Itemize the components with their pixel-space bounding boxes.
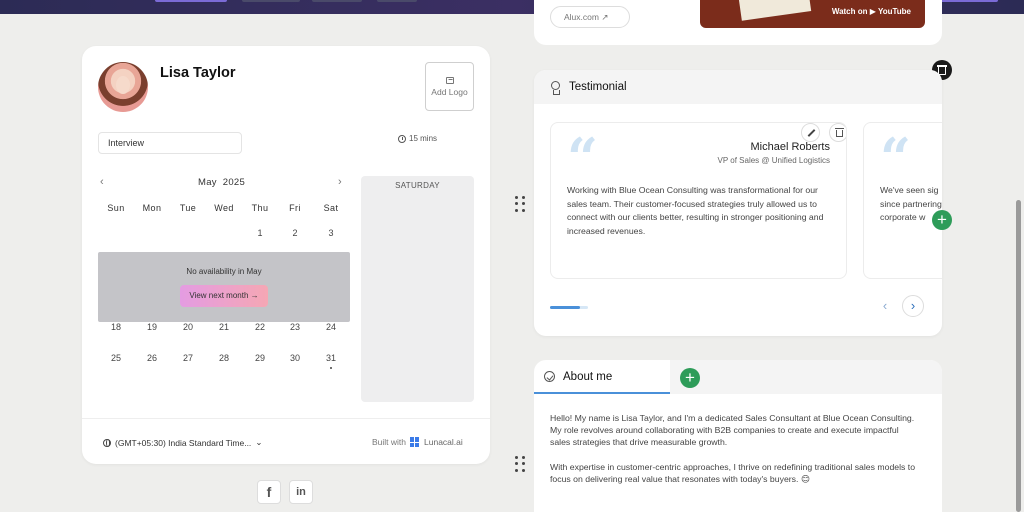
weekday-label: Tue bbox=[179, 203, 197, 213]
calendar-day: 18 bbox=[110, 322, 121, 332]
calendar-day: 26 bbox=[146, 353, 157, 363]
chevron-down-icon: ⌄ bbox=[255, 437, 263, 447]
testimonial-header: Testimonial bbox=[534, 70, 942, 104]
about-paragraph: Hello! My name is Lisa Taylor, and I'm a… bbox=[550, 413, 915, 448]
image-icon bbox=[445, 76, 454, 84]
testimonial-card: “ Michael Roberts VP of Sales @ Unified … bbox=[550, 122, 847, 279]
video-thumbnail-art bbox=[738, 0, 812, 21]
drag-handle-icon[interactable] bbox=[515, 456, 525, 472]
lunacal-brand: Lunacal.ai bbox=[424, 437, 463, 447]
plus-icon[interactable]: + bbox=[932, 210, 952, 230]
testimonial-name: Michael Roberts bbox=[750, 141, 830, 153]
scrollbar[interactable] bbox=[1016, 200, 1021, 512]
host-name: Lisa Taylor bbox=[160, 65, 236, 81]
day-slots-column: SATURDAY bbox=[361, 176, 474, 402]
calendar-year: 2025 bbox=[222, 177, 246, 188]
calendar-day: 23 bbox=[289, 322, 300, 332]
top-bar-tab[interactable] bbox=[242, 0, 300, 2]
delete-button[interactable] bbox=[829, 123, 846, 142]
calendar-day: 24 bbox=[325, 322, 336, 332]
calendar-day-today[interactable]: 31 bbox=[316, 353, 346, 369]
timezone-select[interactable]: (GMT+05:30) India Standard Time... ⌄ bbox=[103, 437, 262, 448]
timezone-label: (GMT+05:30) India Standard Time... bbox=[115, 437, 252, 448]
view-next-month-button[interactable]: View next month → bbox=[180, 285, 268, 307]
calendar-day: 25 bbox=[110, 353, 121, 363]
calendar-day: 27 bbox=[182, 353, 193, 363]
calendar-day: 1 bbox=[257, 228, 263, 238]
clock-icon bbox=[398, 134, 406, 143]
edit-icon bbox=[807, 129, 816, 137]
weekday-label: Wed bbox=[214, 203, 234, 213]
edit-button[interactable] bbox=[801, 123, 820, 142]
duration: 15 mins bbox=[398, 134, 437, 143]
linkedin-icon[interactable]: in bbox=[289, 480, 313, 504]
calendar-day: 20 bbox=[182, 322, 193, 332]
calendar-month-name: May bbox=[198, 177, 217, 188]
about-text: Hello! My name is Lisa Taylor, and I'm a… bbox=[550, 412, 920, 497]
avatar bbox=[98, 62, 148, 112]
no-availability-overlay: No availability in May View next month → bbox=[98, 252, 350, 322]
calendar-month: May 2025 bbox=[198, 177, 245, 188]
about-tab-label: About me bbox=[563, 371, 613, 383]
calendar-day: 2 bbox=[292, 228, 298, 238]
about-section: About me + Hello! My name is Lisa Taylor… bbox=[534, 360, 942, 512]
drag-handle-icon[interactable] bbox=[515, 196, 525, 212]
testimonial-title: Testimonial bbox=[569, 81, 627, 93]
about-paragraph: With expertise in customer-centric appro… bbox=[550, 461, 916, 484]
calendar-day: 29 bbox=[254, 353, 265, 363]
plus-icon[interactable]: + bbox=[680, 368, 700, 388]
weekday-label: Thu bbox=[251, 203, 269, 213]
watch-on-youtube[interactable]: Watch on ▶ YouTube bbox=[832, 7, 911, 16]
weekday-label: Sat bbox=[323, 203, 339, 213]
tab-about-me[interactable]: About me bbox=[534, 360, 670, 394]
add-logo-button[interactable]: Add Logo bbox=[425, 62, 474, 111]
about-tab-bar: About me + bbox=[534, 360, 942, 394]
day-slots-heading: SATURDAY bbox=[395, 181, 440, 190]
video-embed[interactable]: Watch on ▶ YouTube bbox=[700, 0, 925, 28]
award-icon bbox=[551, 81, 560, 95]
globe-icon bbox=[103, 438, 111, 447]
duration-label: 15 mins bbox=[409, 134, 438, 143]
built-with-label: Built with bbox=[372, 437, 407, 447]
calendar-day: 21 bbox=[218, 322, 229, 332]
facebook-icon[interactable]: f bbox=[257, 480, 281, 504]
built-with[interactable]: Built with Lunacal.ai bbox=[372, 437, 463, 447]
calendar-day: 30 bbox=[289, 353, 300, 363]
meeting-type-field[interactable]: Interview bbox=[98, 132, 242, 154]
check-circle-icon bbox=[544, 371, 555, 382]
testimonial-section: Testimonial “ Michael Roberts VP of Sale… bbox=[534, 70, 942, 336]
testimonial-card: “ We've seen sig since partnering corpor… bbox=[863, 122, 942, 279]
carousel-progress-fill bbox=[550, 306, 581, 309]
weekday-label: Fri bbox=[289, 203, 301, 213]
carousel-prev-button[interactable]: ‹ bbox=[874, 295, 896, 317]
trash-icon bbox=[835, 128, 844, 137]
no-availability-message: No availability in May bbox=[186, 267, 262, 276]
calendar-day: 19 bbox=[146, 322, 157, 332]
weekday-label: Sun bbox=[107, 203, 125, 213]
calendar-day: 22 bbox=[254, 322, 265, 332]
link-card: Alux.com ↗ Watch on ▶ YouTube bbox=[534, 0, 942, 45]
carousel-next-button[interactable]: › bbox=[902, 295, 924, 317]
website-link[interactable]: Alux.com ↗ bbox=[550, 6, 630, 28]
top-bar-action[interactable] bbox=[936, 0, 998, 2]
testimonial-text: Working with Blue Ocean Consulting was t… bbox=[567, 185, 824, 236]
quote-icon: “ bbox=[880, 126, 912, 190]
lunacal-logo bbox=[410, 437, 420, 447]
booking-card: Lisa Taylor Add Logo Interview 15 mins ‹… bbox=[82, 46, 490, 464]
calendar-day: 28 bbox=[218, 353, 229, 363]
chevron-left-icon[interactable]: ‹ bbox=[100, 176, 104, 188]
weekday-label: Mon bbox=[142, 203, 162, 213]
top-bar-tab[interactable] bbox=[312, 0, 362, 2]
footer-divider bbox=[82, 418, 490, 419]
calendar-day: 3 bbox=[328, 228, 334, 238]
chevron-right-icon[interactable]: › bbox=[338, 176, 342, 188]
top-bar-tab[interactable] bbox=[155, 0, 227, 2]
add-logo-label: Add Logo bbox=[431, 86, 468, 97]
top-bar-tab[interactable] bbox=[377, 0, 417, 2]
quote-icon: “ bbox=[567, 126, 599, 190]
testimonial-role: VP of Sales @ Unified Logistics bbox=[717, 156, 830, 165]
carousel-progress bbox=[550, 306, 588, 309]
